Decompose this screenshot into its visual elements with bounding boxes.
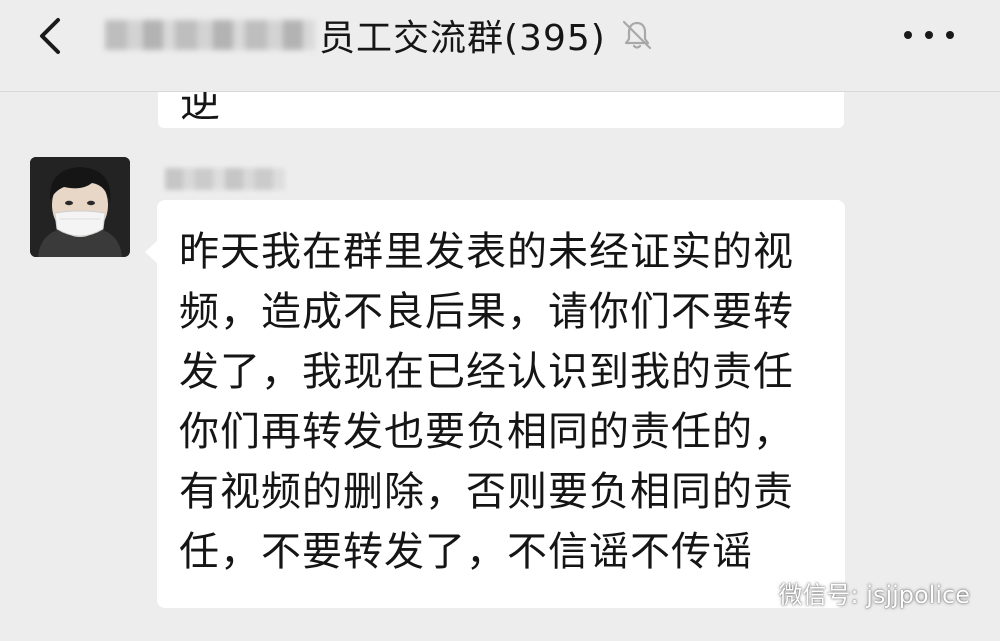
chevron-left-icon: [40, 18, 60, 54]
message-line: 有视频的删除，否则要负相同的责: [179, 469, 794, 515]
message-line: 任，不要转发了，不信谣不传谣: [179, 529, 753, 575]
more-dot: [904, 31, 912, 39]
avatar-image: [30, 157, 130, 257]
more-dot: [946, 31, 954, 39]
bell-muted-icon: [622, 20, 651, 50]
previous-message-bubble[interactable]: 逆: [158, 92, 844, 128]
title-redacted-blur: [105, 20, 315, 50]
back-button[interactable]: [30, 14, 74, 58]
message-line: 昨天我在群里发表的未经证实的视: [179, 229, 794, 275]
sender-name-blur: [165, 168, 285, 190]
message-bubble[interactable]: 昨天我在群里发表的未经证实的视 频，造成不良后果，请你们不要转 发了，我现在已经…: [157, 200, 845, 608]
more-dot: [925, 31, 933, 39]
more-button[interactable]: [904, 20, 954, 50]
message-line: 发了，我现在已经认识到我的责任: [179, 349, 794, 395]
message-line: 你们再转发也要负相同的责任的，: [179, 409, 794, 455]
message-line: 频，造成不良后果，请你们不要转: [179, 289, 794, 335]
avatar[interactable]: [30, 157, 130, 257]
chat-title: 员工交流群(395): [319, 18, 606, 59]
watermark: 微信号: jsjjpolice: [731, 575, 970, 610]
watermark-text: 微信号: jsjjpolice: [778, 581, 970, 609]
chat-title-area: 员工交流群(395): [105, 10, 654, 60]
wechat-icon: [731, 578, 769, 606]
previous-message-text: 逆: [180, 92, 220, 126]
chat-header: 员工交流群(395): [0, 0, 1000, 92]
